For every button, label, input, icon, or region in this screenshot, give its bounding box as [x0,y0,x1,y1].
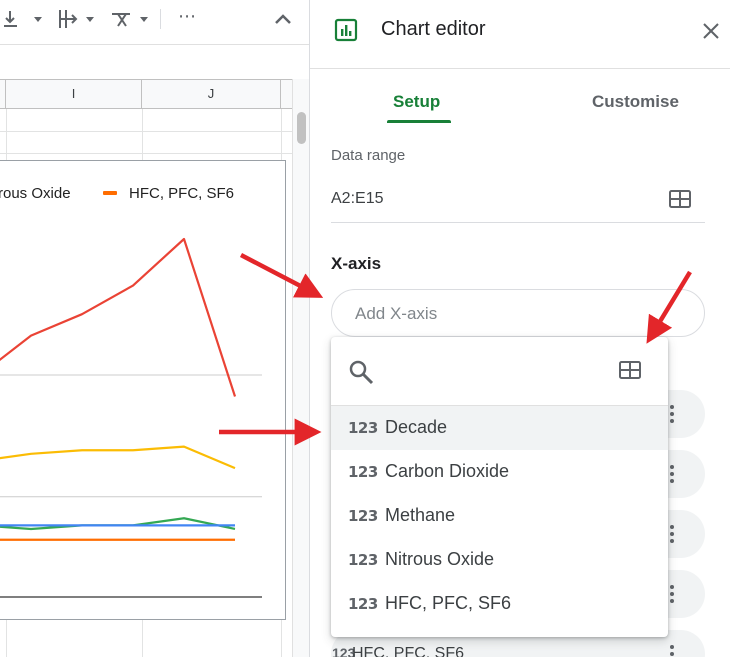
data-range-underline [331,222,705,223]
sheet-toolbar: ⋯ [0,0,309,38]
dropdown-item-decade[interactable]: 123 Decade [331,406,668,450]
collapse-toolbar-button[interactable] [272,8,294,35]
number-type-icon: 123 [348,419,378,437]
dropdown-item-label: Decade [385,417,448,437]
dropdown-item-hfc-pfc-sf6[interactable]: 123 HFC, PFC, SF6 [331,582,668,626]
legend-entry-nitrous-oxide: rous Oxide [0,185,71,202]
more-vert-icon[interactable] [669,463,675,485]
dropdown-item-label: Carbon Dioxide [385,461,510,481]
tab-setup[interactable]: Setup [393,92,440,112]
more-vert-icon[interactable] [669,643,675,657]
legend-entry-hfc: HFC, PFC, SF6 [129,185,235,202]
number-type-icon: 123 [348,507,378,525]
number-type-icon: 123 [348,551,378,569]
dropdown-item-methane[interactable]: 123 Methane [331,494,668,538]
formula-bar-area [0,44,309,79]
vertical-scrollbar[interactable] [292,79,309,657]
column-header-k[interactable] [281,80,292,108]
more-vert-icon[interactable] [669,403,675,425]
number-type-icon: 123 [348,595,378,613]
dropdown-item-label: HFC, PFC, SF6 [385,593,512,613]
text-wrap-button[interactable] [56,8,98,30]
search-icon[interactable] [348,359,374,385]
tab-customise[interactable]: Customise [592,92,679,112]
select-range-icon[interactable] [669,190,691,208]
toolbar-divider [160,9,161,29]
more-options-button[interactable]: ⋯ [178,6,197,27]
scrollbar-thumb[interactable] [297,112,306,144]
vertical-align-bottom-button[interactable] [4,8,44,30]
text-rotation-button[interactable] [110,8,152,30]
chart-series-line [0,237,237,397]
dropdown-item-carbon-dioxide[interactable]: 123 Carbon Dioxide [331,450,668,494]
number-type-icon: 123 [348,463,378,481]
chart-series-line [0,517,236,531]
chevron-up-icon [275,14,291,24]
more-vert-icon[interactable] [669,583,675,605]
column-headers: I J [0,79,292,109]
chart-icon [334,18,358,42]
text-rotate-icon [112,13,148,27]
column-header-j[interactable]: J [142,80,281,108]
x-axis-dropdown: 123 Decade 123 Carbon Dioxide 123 Methan… [331,337,668,637]
dropdown-item-nitrous-oxide[interactable]: 123 Nitrous Oxide [331,538,668,582]
select-range-icon[interactable] [619,361,641,379]
embedded-chart[interactable]: rous Oxide HFC, PFC, SF6 [0,160,286,620]
dropdown-item-label: Methane [385,505,456,525]
align-bottom-icon [4,11,42,27]
x-axis-heading: X-axis [331,254,382,273]
active-tab-indicator [387,120,451,123]
chart-editor-panel: Chart editor Setup Customise Data range … [309,0,730,657]
text-wrap-icon [59,10,94,28]
add-x-axis-placeholder: Add X-axis [355,304,438,323]
dropdown-item-label: Nitrous Oxide [385,549,495,569]
series-row-label: HFC, PFC, SF6 [352,645,465,657]
close-icon[interactable] [702,22,720,40]
line-chart-plot [0,237,262,598]
chart-series-line [0,445,236,470]
panel-title: Chart editor [381,18,486,40]
add-x-axis-field[interactable]: Add X-axis [331,289,705,337]
data-range-label: Data range [331,147,406,164]
spreadsheet-area: ⋯ I J rous Oxide HFC, PFC, SF6 [0,0,309,657]
header-divider [310,68,730,69]
data-range-input[interactable]: A2:E15 [331,190,383,208]
column-header-i[interactable]: I [6,80,142,108]
legend-swatch-orange [103,191,117,195]
more-vert-icon[interactable] [669,523,675,545]
